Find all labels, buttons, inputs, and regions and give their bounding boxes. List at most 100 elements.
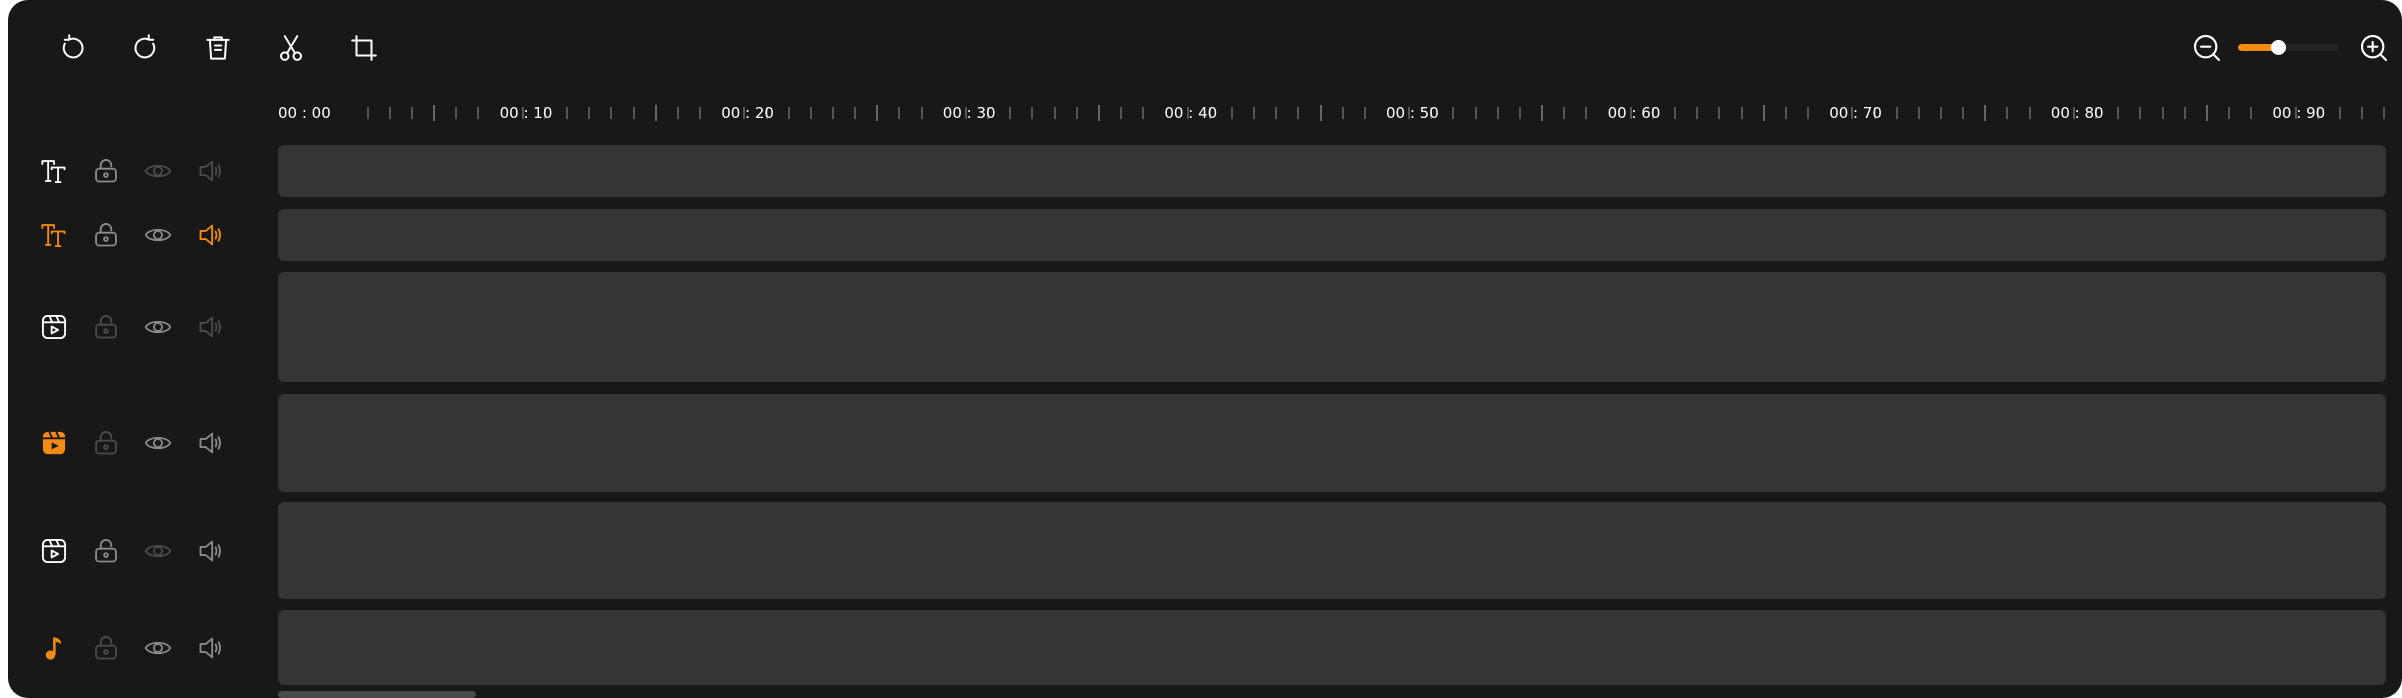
ruler-tick <box>2006 107 2009 119</box>
ruler-tick <box>1474 107 1477 119</box>
ruler-tick <box>2117 107 2120 119</box>
ruler-label: 00 : 90 <box>2272 104 2326 122</box>
ruler-tick <box>455 107 458 119</box>
track-type-button[interactable] <box>36 630 72 666</box>
track-lane[interactable] <box>278 394 2386 492</box>
zoom-in-button[interactable] <box>2354 28 2394 68</box>
visibility-toggle[interactable] <box>140 217 176 253</box>
ruler-tick <box>1762 105 1765 121</box>
timeline-editor: 00 : 00 00 : 10 00 : 20 00 : 30 00 : 40 00 : … <box>8 0 2402 698</box>
eye-icon <box>144 320 172 334</box>
lock-icon <box>95 431 117 455</box>
visibility-toggle[interactable] <box>140 309 176 345</box>
delete-button[interactable] <box>198 28 238 68</box>
zoom-out-button[interactable] <box>2187 28 2227 68</box>
ruler-tick <box>2028 107 2031 119</box>
mute-toggle[interactable] <box>193 425 229 461</box>
ruler-tick <box>410 107 413 119</box>
visibility-toggle[interactable] <box>140 153 176 189</box>
ruler-tick <box>1895 107 1898 119</box>
ruler-tick <box>1253 107 1256 119</box>
lock-icon <box>95 223 117 247</box>
ruler-tick <box>477 107 480 119</box>
ruler-tick <box>2205 105 2208 121</box>
ruler-tick <box>1518 107 1521 119</box>
track-lane[interactable] <box>278 145 2386 197</box>
zoom-in-icon <box>2360 34 2388 62</box>
ruler-tick <box>2338 107 2341 119</box>
track-type-button[interactable] <box>36 309 72 345</box>
speaker-icon <box>199 540 221 561</box>
visibility-toggle[interactable] <box>140 425 176 461</box>
ruler-tick <box>2139 107 2142 119</box>
ruler-tick <box>566 107 569 119</box>
ruler-tick <box>1142 107 1145 119</box>
ruler-tick <box>1784 107 1787 119</box>
text-track-1 <box>8 145 2402 197</box>
ruler-tick <box>809 107 812 119</box>
ruler-tick <box>1563 107 1566 119</box>
text-icon <box>41 160 66 184</box>
audio-track-1 <box>8 610 2402 685</box>
lock-icon <box>95 159 117 183</box>
visibility-toggle[interactable] <box>140 533 176 569</box>
lock-toggle[interactable] <box>88 217 124 253</box>
ruler-tick <box>676 107 679 119</box>
lock-toggle[interactable] <box>88 153 124 189</box>
track-lane[interactable] <box>278 272 2386 382</box>
lock-icon <box>95 315 117 339</box>
mute-toggle[interactable] <box>193 153 229 189</box>
eye-icon <box>144 641 172 654</box>
zoom-slider-handle[interactable] <box>2271 40 2286 55</box>
track-type-button[interactable] <box>36 425 72 461</box>
eye-icon <box>144 544 172 557</box>
ruler-tick <box>1031 107 1034 119</box>
redo-button[interactable] <box>125 28 165 68</box>
ruler-tick <box>1496 107 1499 119</box>
lock-toggle[interactable] <box>88 630 124 666</box>
speaker-icon <box>199 224 221 246</box>
crop-button[interactable] <box>344 28 384 68</box>
ruler-tick <box>898 107 901 119</box>
ruler-tick <box>1807 107 1810 119</box>
ruler-tick <box>1297 107 1300 119</box>
track-lane[interactable] <box>278 502 2386 599</box>
mute-toggle[interactable] <box>193 309 229 345</box>
eye-icon <box>144 228 172 242</box>
ruler-tick <box>1452 107 1455 119</box>
track-type-button[interactable] <box>36 533 72 569</box>
ruler-label: 00 : 00 <box>278 104 331 122</box>
mute-toggle[interactable] <box>193 217 229 253</box>
track-lane[interactable] <box>278 209 2386 261</box>
lock-toggle[interactable] <box>88 309 124 345</box>
mute-toggle[interactable] <box>193 630 229 666</box>
speaker-icon <box>199 160 221 182</box>
ruler-tick <box>588 107 591 119</box>
ruler-tick <box>1009 107 1012 119</box>
text-icon <box>41 224 66 248</box>
video-track-2 <box>8 394 2402 492</box>
time-ruler[interactable]: 00 : 00 00 : 10 00 : 20 00 : 30 00 : 40 00 : … <box>8 98 2402 128</box>
track-lane[interactable] <box>278 610 2386 685</box>
lock-toggle[interactable] <box>88 425 124 461</box>
ruler-tick <box>1230 107 1233 119</box>
lock-toggle[interactable] <box>88 533 124 569</box>
video-track-3 <box>8 502 2402 599</box>
ruler-tick <box>1917 107 1920 119</box>
trash-icon <box>206 36 230 60</box>
undo-button[interactable] <box>53 28 93 68</box>
speaker-icon <box>199 637 221 658</box>
zoom-slider[interactable] <box>2238 40 2338 55</box>
split-button[interactable] <box>271 28 311 68</box>
ruler-label: 00 : 10 <box>499 104 553 122</box>
video-icon <box>41 314 67 340</box>
visibility-toggle[interactable] <box>140 630 176 666</box>
track-type-button[interactable] <box>36 153 72 189</box>
zoom-out-icon <box>2193 34 2221 62</box>
eye-icon <box>144 436 172 450</box>
mute-toggle[interactable] <box>193 533 229 569</box>
video-icon <box>41 538 67 563</box>
ruler-label: 00 : 80 <box>2050 104 2104 122</box>
track-type-button[interactable] <box>36 217 72 253</box>
timeline-scrollbar[interactable] <box>278 691 476 698</box>
